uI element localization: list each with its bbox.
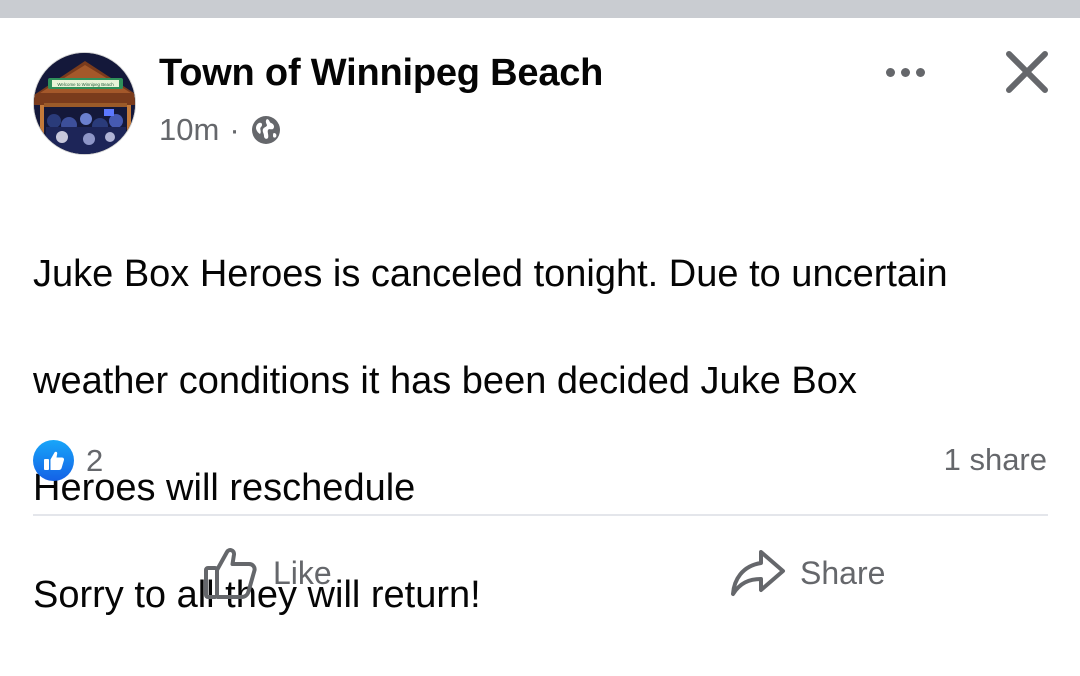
share-count[interactable]: 1 share — [944, 442, 1047, 478]
more-options-button[interactable] — [875, 55, 935, 89]
share-arrow-icon — [731, 550, 785, 596]
like-label: Like — [273, 554, 332, 591]
close-icon — [1006, 51, 1048, 93]
share-label: Share — [800, 554, 886, 591]
reaction-count: 2 — [86, 442, 104, 478]
more-options-icon-dot — [900, 67, 910, 77]
more-options-icon-dot — [915, 67, 925, 77]
top-strip — [0, 0, 1080, 18]
post-text-line: Sorry to all they will return! — [33, 573, 481, 616]
thumbs-up-outline-icon — [204, 548, 257, 599]
page-avatar[interactable]: Welcome to Winnipeg Beach — [33, 52, 136, 155]
reactions-summary[interactable]: 2 — [33, 440, 103, 481]
post-text-line: weather conditions it has been decided J… — [33, 359, 857, 402]
avatar-photo: Welcome to Winnipeg Beach — [34, 53, 135, 154]
page-name[interactable]: Town of Winnipeg Beach — [159, 52, 603, 95]
divider — [33, 514, 1048, 516]
post-text-line: Juke Box Heroes is canceled tonight. Due… — [33, 252, 948, 295]
post-body: Juke Box Heroes is canceled tonight. Due… — [33, 194, 1053, 676]
more-options-icon — [885, 67, 895, 77]
close-button[interactable] — [1000, 50, 1054, 96]
thumbs-up-icon — [43, 451, 64, 470]
post-text-line: Heroes will reschedule — [33, 466, 416, 509]
like-reaction-icon — [33, 440, 74, 481]
post-meta: 10m · — [159, 112, 282, 148]
meta-separator: · — [229, 112, 240, 147]
share-button[interactable]: Share — [730, 540, 885, 606]
post-timestamp[interactable]: 10m — [159, 112, 219, 148]
avatar-sign-text: Welcome to Winnipeg Beach — [57, 82, 114, 87]
like-button[interactable]: Like — [203, 540, 332, 606]
globe-icon — [251, 116, 280, 144]
